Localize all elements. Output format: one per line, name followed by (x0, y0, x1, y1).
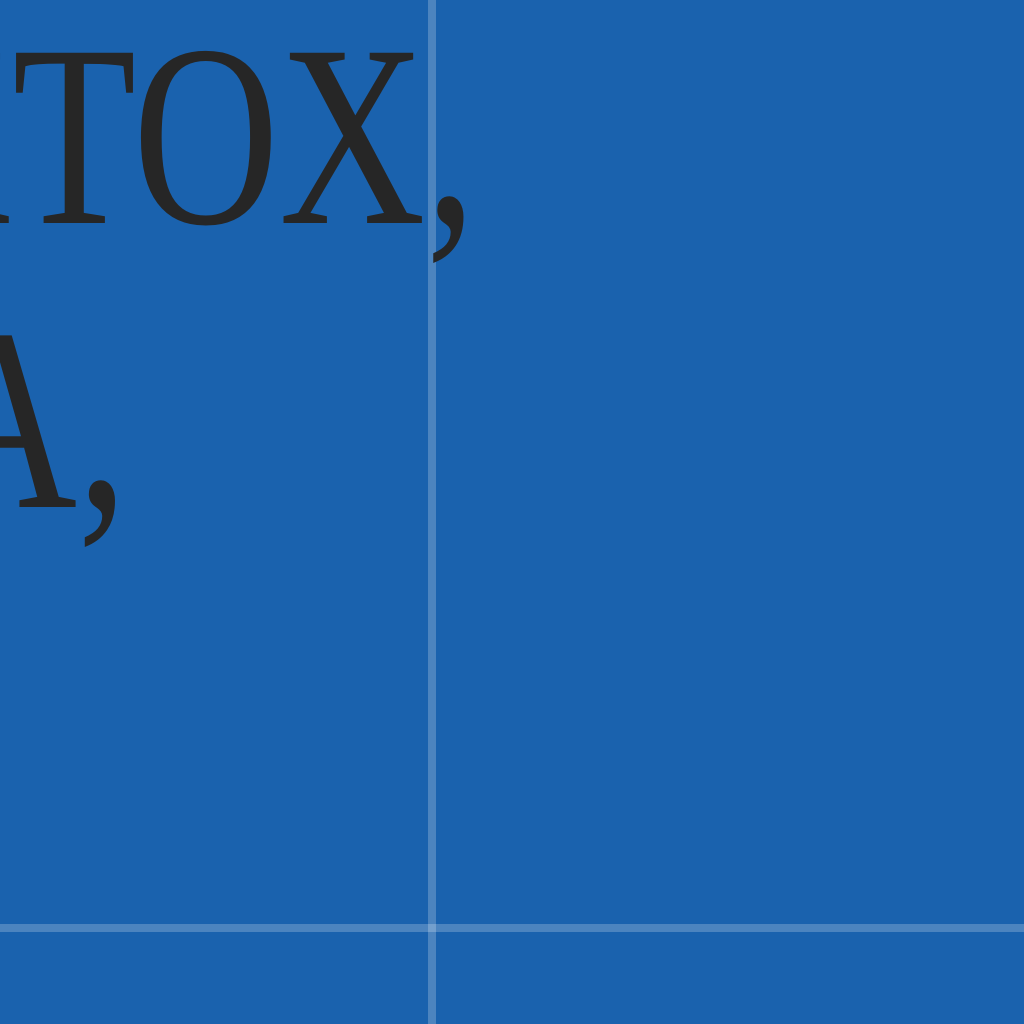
cropped-image-canvas: EXTOX, A, (0, 0, 1024, 1024)
large-text-line-1: EXTOX, (0, 0, 476, 280)
horizontal-grid-line (0, 924, 1024, 932)
large-text-line-2: A, (0, 276, 128, 564)
